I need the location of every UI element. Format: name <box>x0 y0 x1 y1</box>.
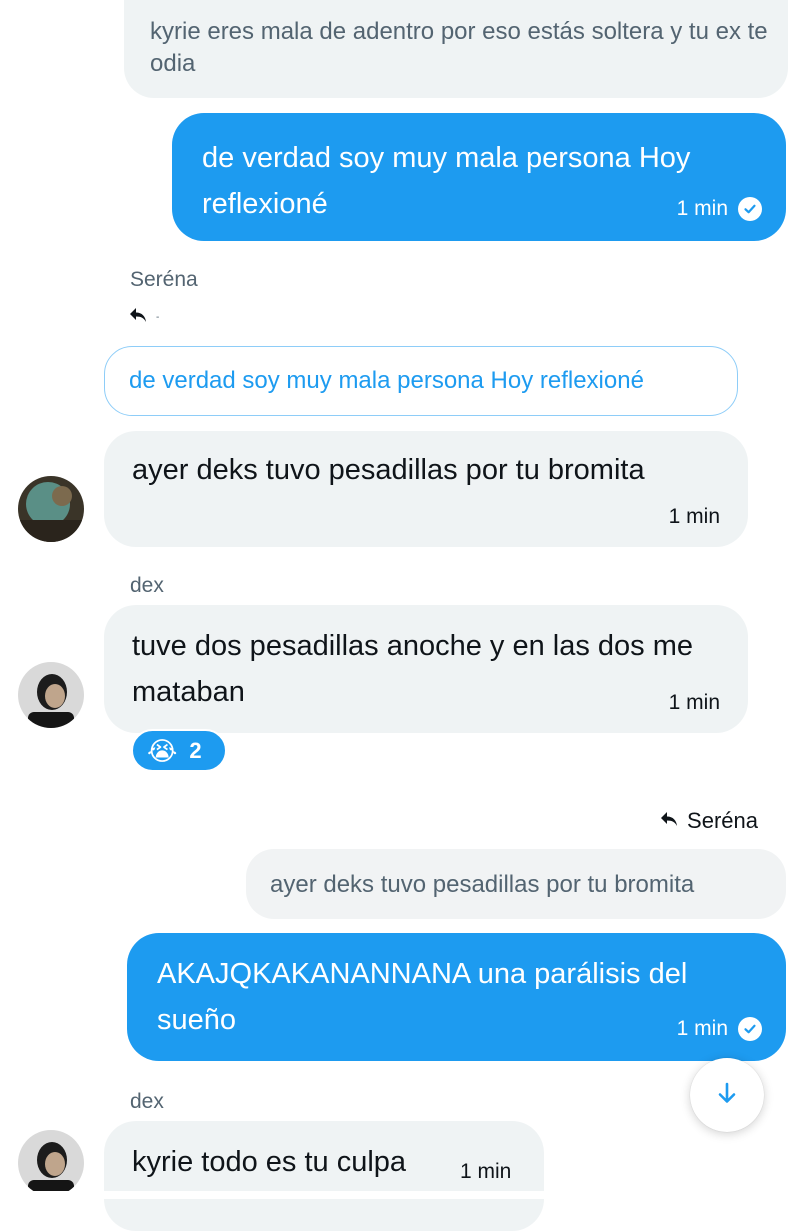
message-meta: 1 min <box>677 197 762 221</box>
message-bubble-outgoing[interactable]: de verdad soy muy mala persona Hoy refle… <box>172 113 786 241</box>
sender-name: dex <box>130 1090 164 1113</box>
message-time: 1 min <box>676 197 728 220</box>
message-time: 1 min <box>460 1160 512 1183</box>
reply-context: - <box>128 306 159 329</box>
scroll-to-bottom-button[interactable] <box>690 1058 764 1132</box>
message-time: 1 min <box>676 1017 728 1040</box>
message-text: kyrie todo es tu culpa <box>132 1146 407 1178</box>
message-text: AKAJQKAKANANNANA una parálisis del sueño <box>157 958 688 1036</box>
message-bubble-incoming[interactable]: kyrie eres mala de adentro por eso estás… <box>124 0 788 98</box>
reply-context: Seréna <box>659 808 758 834</box>
message-text: tuve dos pesadillas anoche y en las dos … <box>132 630 694 708</box>
message-bubble-incoming[interactable]: ayer deks tuvo pesadillas por tu bromita… <box>104 431 748 547</box>
avatar[interactable] <box>18 662 84 728</box>
reply-context-marker: - <box>156 311 160 323</box>
avatar[interactable] <box>18 476 84 542</box>
reply-context-name: Seréna <box>130 268 198 291</box>
message-bubble-outgoing[interactable]: AKAJQKAKANANNANA una parálisis del sueño… <box>127 933 786 1061</box>
quoted-message-text: ayer deks tuvo pesadillas por tu bromita <box>270 871 695 898</box>
reply-arrow-icon <box>659 810 679 833</box>
message-meta: 1 min <box>677 1017 762 1041</box>
arrow-down-icon <box>714 1080 740 1111</box>
reply-context-name: Seréna <box>687 808 758 833</box>
quoted-message[interactable]: de verdad soy muy mala persona Hoy refle… <box>104 346 738 416</box>
sender-name: dex <box>130 574 164 597</box>
quoted-message[interactable]: ayer deks tuvo pesadillas por tu bromita <box>246 849 786 919</box>
message-text: ayer deks tuvo pesadillas por tu bromita <box>132 454 645 486</box>
message-bubble-incoming[interactable]: kyrie todo es tu culpa 1 min <box>104 1121 544 1231</box>
reaction-count: 2 <box>189 737 202 763</box>
message-text: kyrie eres mala de adentro por eso estás… <box>150 18 768 77</box>
check-circle-icon <box>738 197 762 221</box>
reaction-pill[interactable]: 😭 2 <box>131 729 227 772</box>
check-circle-icon <box>738 1017 762 1041</box>
bottom-edge <box>0 1191 806 1199</box>
quoted-message-text: de verdad soy muy mala persona Hoy refle… <box>129 367 644 394</box>
message-bubble-incoming[interactable]: tuve dos pesadillas anoche y en las dos … <box>104 605 748 733</box>
message-time: 1 min <box>668 505 720 528</box>
avatar[interactable] <box>18 1130 84 1196</box>
message-time: 1 min <box>668 691 720 714</box>
crying-face-emoji-icon: 😭 <box>147 735 178 766</box>
reply-arrow-icon <box>128 306 148 329</box>
